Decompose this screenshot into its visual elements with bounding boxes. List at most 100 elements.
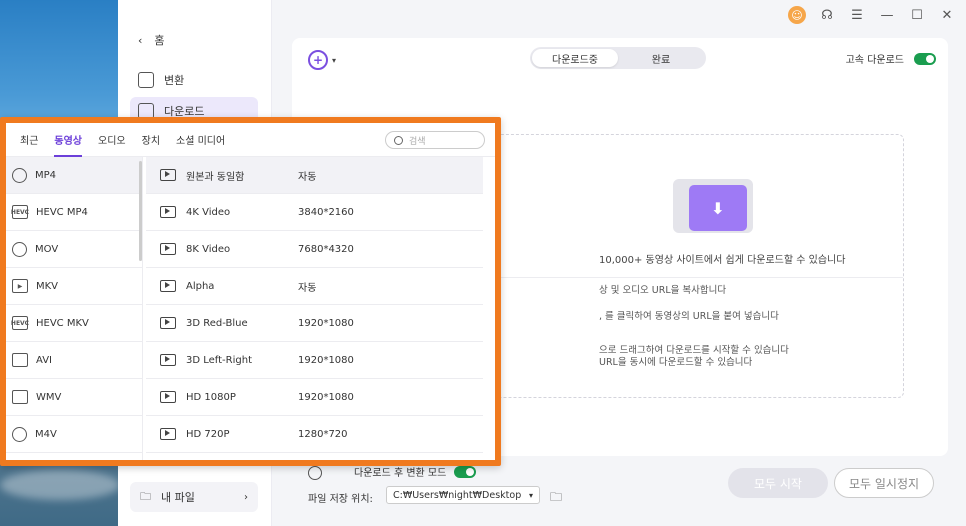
sidebar-item-convert[interactable]: 변환 xyxy=(130,66,258,94)
status-segment: 다운로드중 완료 xyxy=(530,47,706,69)
format-item[interactable]: HEVC HEVC MKV xyxy=(6,305,142,342)
tab-recent[interactable]: 최근 xyxy=(12,123,46,157)
play-icon xyxy=(160,317,176,329)
dropzone-title: 10,000+ 동영상 사이트에서 쉽게 다운로드할 수 있습니다 xyxy=(599,255,846,266)
search-input[interactable]: 검색 xyxy=(385,131,485,149)
tab-downloading[interactable]: 다운로드중 xyxy=(532,49,618,67)
preset-item[interactable]: 원본과 동일함 자동 xyxy=(146,157,483,194)
format-item[interactable]: WMV xyxy=(6,379,142,416)
home-label: 홈 xyxy=(154,34,165,47)
preset-name: 원본과 동일함 xyxy=(186,171,245,183)
preset-item[interactable]: 8K Video 7680*4320 xyxy=(146,231,483,268)
home-link[interactable]: ‹ 홈 xyxy=(138,30,165,50)
save-path-select[interactable]: C:₩Users₩night₩Desktop ▾ xyxy=(386,486,540,504)
convert-icon xyxy=(138,72,154,88)
folder-icon: 🗀 xyxy=(140,489,151,503)
high-speed-toggle[interactable] xyxy=(914,52,936,65)
menu-icon[interactable]: ☰ xyxy=(848,6,866,24)
disc-icon xyxy=(12,426,27,442)
preset-list: 원본과 동일함 자동 4K Video 3840*2160 8K Video 7680… xyxy=(146,157,483,460)
format-label: MOV xyxy=(35,243,59,255)
my-files-label: 내 파일 xyxy=(161,491,195,504)
pause-all-button[interactable]: 모두 일시정지 xyxy=(834,468,934,498)
preset-item[interactable]: HD 1080P 1920*1080 xyxy=(146,379,483,416)
add-link-icon: + xyxy=(308,50,328,70)
chevron-right-icon: › xyxy=(244,491,248,503)
preset-item[interactable]: Alpha 자동 xyxy=(146,268,483,305)
format-item[interactable]: ▶ MKV xyxy=(6,268,142,305)
tab-video[interactable]: 동영상 xyxy=(46,123,90,157)
preset-item[interactable]: 4K Video 3840*2160 xyxy=(146,194,483,231)
tab-device[interactable]: 장치 xyxy=(134,123,168,157)
avatar[interactable]: ☺ xyxy=(788,6,806,24)
start-all-button[interactable]: 모두 시작 xyxy=(728,468,828,498)
preset-resolution: 자동 xyxy=(298,282,317,294)
open-folder-icon[interactable]: 🗀 xyxy=(550,488,562,509)
close-icon[interactable]: ✕ xyxy=(938,6,956,24)
film-icon xyxy=(12,390,28,404)
format-popup: 최근 동영상 오디오 장치 소셜 미디어 검색 MP4 HEVC HEVC MP4… xyxy=(0,117,501,466)
dropzone-step-1: 상 및 오디오 URL을 복사합니다 xyxy=(599,285,727,296)
minimize-icon[interactable]: — xyxy=(878,6,896,24)
play-icon xyxy=(160,391,176,403)
format-item[interactable]: MOV xyxy=(6,231,142,268)
play-icon xyxy=(160,169,176,181)
dropzone-step-3a: 으로 드래그하여 다운로드를 시작할 수 있습니다 xyxy=(599,345,789,356)
preset-resolution: 3840*2160 xyxy=(298,206,354,218)
save-location-label: 파일 저장 위치: xyxy=(308,494,373,505)
high-speed-download: 고속 다운로드 xyxy=(846,51,936,66)
preset-resolution: 자동 xyxy=(298,171,317,183)
tab-completed[interactable]: 완료 xyxy=(618,49,704,67)
play-icon xyxy=(160,243,176,255)
preset-name: HD 1080P xyxy=(186,391,236,403)
format-label: AVI xyxy=(36,354,52,366)
preset-name: 8K Video xyxy=(186,243,231,255)
headset-icon[interactable]: ☊ xyxy=(818,6,836,24)
preset-resolution: 7680*4320 xyxy=(298,243,354,255)
chevron-down-icon: ▾ xyxy=(528,490,533,500)
format-list-scrollbar[interactable] xyxy=(139,161,142,261)
back-chevron-icon: ‹ xyxy=(138,33,143,47)
video-icon: ▶ xyxy=(12,279,28,293)
dropzone-step-3b: URL을 동시에 다운로드할 수 있습니다 xyxy=(599,357,753,368)
format-tabs: 최근 동영상 오디오 장치 소셜 미디어 검색 xyxy=(6,123,495,157)
play-icon xyxy=(160,354,176,366)
disc-icon xyxy=(12,167,27,183)
format-label: HEVC MP4 xyxy=(36,206,88,218)
preset-name: 3D Left-Right xyxy=(186,354,252,366)
format-label: HEVC MKV xyxy=(36,317,89,329)
preset-item[interactable]: 3D Red-Blue 1920*1080 xyxy=(146,305,483,342)
play-icon xyxy=(160,280,176,292)
dropzone-step-2: , 를 클릭하여 동영상의 URL을 붙여 넣습니다 xyxy=(599,311,779,322)
clock-icon[interactable] xyxy=(308,466,322,480)
format-label: MP4 xyxy=(35,169,57,181)
preset-item[interactable]: 3D Left-Right 1920*1080 xyxy=(146,342,483,379)
format-item[interactable]: AVI xyxy=(6,342,142,379)
format-list: MP4 HEVC HEVC MP4 MOV ▶ MKV HEVC HEVC MKV A… xyxy=(6,157,143,460)
preset-resolution: 1280*720 xyxy=(298,428,348,440)
convert-mode: 다운로드 후 변환 모드 xyxy=(354,464,477,479)
maximize-icon[interactable]: ☐ xyxy=(908,6,926,24)
preset-resolution: 1920*1080 xyxy=(298,317,354,329)
convert-mode-toggle[interactable] xyxy=(454,465,477,478)
format-label: MKV xyxy=(36,280,59,292)
convert-mode-label: 다운로드 후 변환 모드 xyxy=(354,468,447,479)
add-url-button[interactable]: + ▾ xyxy=(308,50,336,70)
format-item[interactable]: MP4 xyxy=(6,157,142,194)
chevron-down-icon: ▾ xyxy=(332,55,337,65)
preset-name: Alpha xyxy=(186,280,215,292)
format-item[interactable]: HEVC HEVC MP4 xyxy=(6,194,142,231)
high-speed-label: 고속 다운로드 xyxy=(845,55,904,66)
my-files-button[interactable]: 🗀 내 파일 › xyxy=(130,482,258,512)
folder-illustration: ⬇ xyxy=(673,175,753,235)
format-item[interactable]: M4V xyxy=(6,416,142,453)
search-placeholder: 검색 xyxy=(409,136,426,147)
tab-audio[interactable]: 오디오 xyxy=(90,123,134,157)
wave-decoration xyxy=(0,470,120,500)
preset-item[interactable]: HD 720P 1280*720 xyxy=(146,416,483,453)
film-icon xyxy=(12,353,28,367)
preset-name: 3D Red-Blue xyxy=(186,317,248,329)
tab-social-media[interactable]: 소셜 미디어 xyxy=(168,123,233,157)
hevc-icon: HEVC xyxy=(11,316,29,330)
save-path-value: C:₩Users₩night₩Desktop xyxy=(393,489,522,501)
